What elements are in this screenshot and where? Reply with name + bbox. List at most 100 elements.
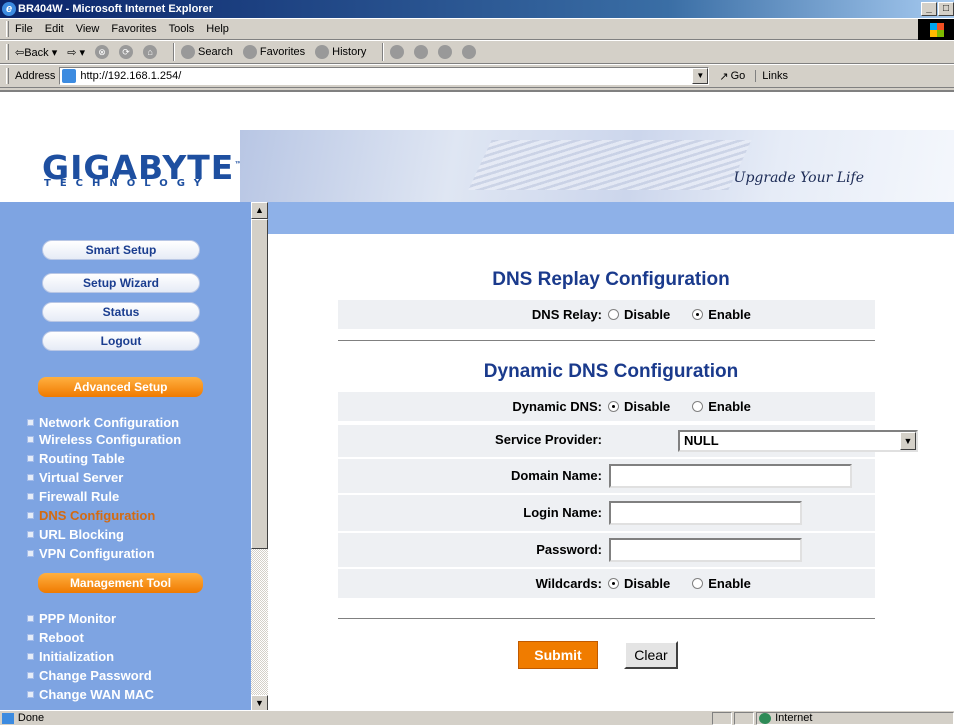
discuss-button[interactable] [462, 45, 477, 59]
toolbar-separator [173, 43, 176, 61]
toolbar-grip[interactable] [6, 68, 9, 84]
toolbar-separator [382, 43, 385, 61]
browser-window: e BR404W - Microsoft Internet Explorer _… [0, 0, 954, 725]
discuss-icon [462, 45, 477, 59]
dynamic-dns-row: Dynamic DNS: Disable Enable [338, 392, 875, 421]
nav-dns-configuration[interactable]: DNS Configuration [28, 508, 155, 524]
setup-wizard-button[interactable]: Setup Wizard [42, 273, 200, 293]
stop-icon: ⊗ [95, 45, 110, 59]
gigabyte-logo: GIGABYTE™ TECHNOLOGY [0, 92, 242, 202]
search-button[interactable]: Search [181, 45, 233, 59]
dns-relay-label: DNS Relay: [531, 307, 602, 322]
links-button[interactable]: Links [755, 70, 788, 82]
logout-button[interactable]: Logout [42, 331, 200, 351]
menu-file[interactable]: File [15, 23, 33, 35]
wildcards-enable-radio[interactable] [692, 578, 704, 589]
edit-button[interactable] [438, 45, 453, 59]
dns-relay-disable-radio[interactable] [608, 309, 619, 320]
nav-initialization[interactable]: Initialization [28, 649, 114, 665]
go-button[interactable]: ↗ Go [719, 70, 745, 83]
search-label: Search [198, 46, 233, 58]
sidebar-scrollbar[interactable]: ▲ ▼ [251, 202, 268, 710]
minimize-button[interactable]: _ [921, 2, 937, 16]
nav-routing-table[interactable]: Routing Table [28, 451, 125, 467]
advanced-setup-header: Advanced Setup [38, 377, 203, 397]
print-button[interactable] [414, 45, 429, 59]
toolbar-grip[interactable] [6, 21, 9, 37]
nav-vpn-configuration[interactable]: VPN Configuration [28, 546, 155, 562]
nav-change-password[interactable]: Change Password [28, 668, 152, 684]
stop-button[interactable]: ⊗ [95, 45, 110, 59]
back-button[interactable]: ⇦Back ▾ [15, 46, 57, 59]
address-label: Address [15, 70, 56, 82]
nav-virtual-server[interactable]: Virtual Server [28, 470, 123, 486]
menu-view[interactable]: View [76, 23, 100, 35]
domain-name-input[interactable] [609, 464, 852, 488]
scrollbar-thumb[interactable] [251, 219, 268, 549]
service-provider-select[interactable]: NULL ▼ [678, 430, 918, 452]
go-label: Go [730, 70, 746, 82]
address-input[interactable]: http://192.168.1.254/ ▼ [59, 67, 710, 85]
service-provider-row: Service Provider: NULL ▼ [338, 425, 918, 457]
chevron-down-icon[interactable]: ▼ [900, 432, 916, 450]
history-icon [315, 45, 330, 59]
refresh-icon: ⟳ [119, 45, 134, 59]
password-input[interactable] [609, 538, 802, 562]
service-provider-value: NULL [684, 433, 719, 448]
chevron-down-icon[interactable]: ▼ [692, 68, 709, 84]
dynamic-dns-enable-label: Enable [708, 399, 751, 414]
menu-help[interactable]: Help [206, 23, 229, 35]
page-content: GIGABYTE™ TECHNOLOGY Upgrade Your Life S… [0, 90, 954, 710]
submit-button[interactable]: Submit [518, 641, 598, 669]
menu-tools[interactable]: Tools [169, 23, 195, 35]
service-provider-label: Service Provider: [495, 432, 602, 447]
status-button[interactable]: Status [42, 302, 200, 322]
window-title: BR404W - Microsoft Internet Explorer [18, 3, 213, 15]
dynamic-dns-disable-label: Disable [624, 399, 671, 414]
address-bar: Address http://192.168.1.254/ ▼ ↗ Go Link… [0, 64, 954, 88]
menu-favorites[interactable]: Favorites [111, 23, 156, 35]
mail-button[interactable] [390, 45, 405, 59]
nav-url-blocking[interactable]: URL Blocking [28, 527, 124, 543]
smart-setup-button[interactable]: Smart Setup [42, 240, 200, 260]
keyboard-graphic [468, 140, 752, 190]
banner-keyboard-image: Upgrade Your Life [240, 130, 954, 202]
history-button[interactable]: History [315, 45, 366, 59]
nav-firewall-rule[interactable]: Firewall Rule [28, 489, 119, 505]
divider [338, 340, 875, 342]
clear-button[interactable]: Clear [624, 641, 678, 669]
nav-wireless-configuration[interactable]: Wireless Configuration [28, 432, 181, 448]
tagline: Upgrade Your Life [733, 170, 864, 186]
back-label: ⇦Back ▾ [15, 46, 58, 59]
favorites-icon [242, 45, 257, 59]
nav-network-configuration[interactable]: Network Configuration [28, 415, 179, 431]
nav-reboot[interactable]: Reboot [28, 630, 84, 646]
login-name-input[interactable] [609, 501, 802, 525]
nav-ppp-monitor[interactable]: PPP Monitor [28, 611, 116, 627]
divider [338, 618, 875, 620]
nav-change-wan-mac[interactable]: Change WAN MAC [28, 687, 154, 703]
scroll-up-icon[interactable]: ▲ [251, 202, 268, 219]
domain-name-label: Domain Name: [510, 468, 602, 483]
scroll-down-icon[interactable]: ▼ [251, 695, 268, 710]
dns-relay-enable-radio[interactable] [692, 309, 704, 320]
home-button[interactable]: ⌂ [143, 45, 158, 59]
forward-button[interactable]: ⇨ ▾ [67, 46, 85, 59]
dns-relay-row: DNS Relay: Disable Enable [338, 300, 875, 329]
menu-edit[interactable]: Edit [45, 23, 64, 35]
wildcards-enable-label: Enable [708, 576, 751, 591]
maximize-button[interactable]: □ [938, 2, 954, 16]
dns-relay-disable-label: Disable [624, 307, 671, 322]
dns-config-panel: DNS Replay Configuration DNS Relay: Disa… [268, 234, 954, 710]
wildcards-disable-radio[interactable] [608, 578, 619, 589]
refresh-button[interactable]: ⟳ [119, 45, 134, 59]
status-text: Done [17, 712, 45, 724]
domain-name-row: Domain Name: [338, 459, 875, 493]
dynamic-dns-enable-radio[interactable] [692, 401, 704, 412]
toolbar-grip[interactable] [6, 44, 9, 60]
dynamic-dns-disable-radio[interactable] [608, 401, 619, 412]
favorites-button[interactable]: Favorites [242, 45, 306, 59]
zone-label: Internet [775, 712, 813, 724]
favorites-label: Favorites [259, 46, 306, 58]
management-tool-header: Management Tool [38, 573, 203, 593]
